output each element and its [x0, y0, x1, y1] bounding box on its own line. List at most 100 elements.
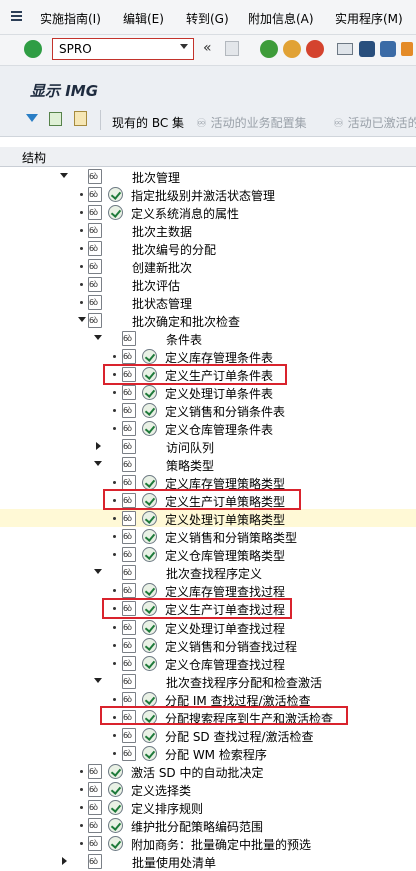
execute-activity-icon[interactable] — [142, 727, 157, 743]
execute-activity-icon[interactable] — [142, 421, 157, 437]
documentation-icon[interactable] — [122, 583, 136, 599]
tree-row[interactable]: 分配 IM 查找过程/激活检查 — [0, 690, 416, 708]
tree-row-label[interactable]: 定义销售和分销查找过程 — [165, 638, 297, 655]
documentation-icon[interactable] — [88, 259, 102, 275]
expanded-node-icon[interactable] — [94, 677, 102, 683]
execute-activity-icon[interactable] — [142, 655, 157, 671]
tree-row-label[interactable]: 批次查找程序分配和检查激活 — [166, 674, 322, 691]
tree-row-label[interactable]: 定义系统消息的属性 — [131, 205, 239, 222]
tree-row-label[interactable]: 定义仓库管理策略类型 — [165, 547, 285, 564]
tree-row[interactable]: 批次编号的分配 — [0, 239, 416, 257]
tree-row[interactable]: 定义销售和分销策略类型 — [0, 527, 416, 545]
tree-row-label[interactable]: 定义销售和分销条件表 — [165, 403, 285, 420]
documentation-icon[interactable] — [88, 295, 102, 311]
expanded-node-icon[interactable] — [78, 317, 86, 323]
command-field[interactable]: SPRO — [52, 38, 194, 60]
tree-row[interactable]: 定义处理订单查找过程 — [0, 618, 416, 636]
documentation-icon[interactable] — [122, 421, 136, 437]
tree-row-label[interactable]: 批次编号的分配 — [132, 241, 216, 258]
execute-activity-icon[interactable] — [142, 745, 157, 761]
tree-row[interactable]: 定义排序规则 — [0, 798, 416, 816]
execute-activity-icon[interactable] — [142, 529, 157, 545]
tree-row[interactable]: 定义处理订单条件表 — [0, 383, 416, 401]
execute-activity-icon[interactable] — [142, 637, 157, 653]
collapsed-node-icon[interactable] — [62, 856, 67, 865]
tree-row-label[interactable]: 批次确定和批次检查 — [132, 313, 240, 330]
tree-row[interactable]: 批次评估 — [0, 275, 416, 293]
tree-row[interactable]: 批次主数据 — [0, 221, 416, 239]
documentation-icon[interactable] — [122, 727, 136, 743]
execute-activity-icon[interactable] — [142, 511, 157, 527]
tree-row-label[interactable]: 定义排序规则 — [131, 800, 203, 817]
documentation-icon[interactable] — [88, 223, 102, 239]
documentation-icon[interactable] — [88, 835, 102, 851]
documentation-icon[interactable] — [122, 529, 136, 545]
tree-row[interactable]: 定义销售和分销条件表 — [0, 401, 416, 419]
tree-row[interactable]: 批量使用处清单 — [0, 852, 416, 870]
execute-activity-icon[interactable] — [108, 763, 123, 779]
execute-activity-icon[interactable] — [142, 403, 157, 419]
tree-row[interactable]: 批状态管理 — [0, 293, 416, 311]
tree-row-label[interactable]: 附加商务：批量确定中批量的预选 — [131, 836, 311, 853]
collapsed-node-icon[interactable] — [96, 442, 101, 451]
tree-row[interactable]: 创建新批次 — [0, 257, 416, 275]
tree-row[interactable]: 策略类型 — [0, 455, 416, 473]
tree-row-label[interactable]: 指定批级别并激活状态管理 — [131, 187, 275, 204]
tree-row[interactable]: 访问队列 — [0, 437, 416, 455]
menu-icon[interactable] — [11, 11, 22, 21]
tree-row-label[interactable]: 批状态管理 — [132, 295, 192, 312]
tree-row-label[interactable]: 定义选择类 — [131, 782, 191, 799]
back-icon[interactable] — [260, 40, 278, 58]
documentation-icon[interactable] — [122, 403, 136, 419]
documentation-icon[interactable] — [122, 511, 136, 527]
documentation-icon[interactable] — [88, 241, 102, 257]
tree-row[interactable]: 分配 SD 查找过程/激活检查 — [0, 726, 416, 744]
execute-activity-icon[interactable] — [142, 583, 157, 599]
execute-activity-icon[interactable] — [108, 187, 123, 203]
documentation-icon[interactable] — [122, 349, 136, 365]
menu-goto[interactable]: 转到(G) — [186, 10, 229, 27]
tree-row-label[interactable]: 批次评估 — [132, 277, 180, 294]
tree-row[interactable]: 定义库存管理条件表 — [0, 347, 416, 365]
documentation-icon[interactable] — [122, 565, 136, 581]
execute-activity-icon[interactable] — [142, 547, 157, 563]
tree-row[interactable]: 定义仓库管理条件表 — [0, 419, 416, 437]
tree-row-label[interactable]: 访问队列 — [166, 439, 214, 456]
documentation-icon[interactable] — [122, 457, 136, 473]
exit-icon[interactable] — [283, 40, 301, 58]
menu-edit[interactable]: 编辑(E) — [123, 10, 164, 27]
print-icon[interactable] — [337, 43, 353, 55]
tree-row[interactable]: 批次查找程序定义 — [0, 563, 416, 581]
documentation-icon[interactable] — [122, 637, 136, 653]
tree-row-label[interactable]: 定义销售和分销策略类型 — [165, 529, 297, 546]
tree-row[interactable]: 批次管理 — [0, 167, 416, 185]
tree-row-label[interactable]: 批量使用处清单 — [132, 854, 216, 871]
expand-all-icon[interactable] — [26, 114, 38, 122]
documentation-icon[interactable] — [122, 331, 136, 347]
tree-row[interactable]: 定义选择类 — [0, 780, 416, 798]
execute-activity-icon[interactable] — [108, 205, 123, 221]
documentation-icon[interactable] — [122, 745, 136, 761]
expanded-node-icon[interactable] — [94, 461, 102, 467]
menu-utilities[interactable]: 实用程序(M) — [335, 10, 403, 27]
execute-activity-icon[interactable] — [142, 349, 157, 365]
tree-row-label[interactable]: 批次主数据 — [132, 223, 192, 240]
cancel-icon[interactable] — [306, 40, 324, 58]
tree-row-label[interactable]: 维护批分配策略编码范围 — [131, 818, 263, 835]
tree-row-label[interactable]: 批次查找程序定义 — [166, 565, 262, 582]
tree-row[interactable]: 分配 WM 检索程序 — [0, 744, 416, 762]
documentation-icon[interactable] — [88, 187, 102, 203]
note-icon[interactable] — [74, 111, 87, 126]
tree-row-label[interactable]: 定义仓库管理查找过程 — [165, 656, 285, 673]
documentation-icon[interactable] — [88, 205, 102, 221]
tree-row-label[interactable]: 批次管理 — [132, 169, 180, 186]
execute-activity-icon[interactable] — [108, 799, 123, 815]
tree-row-label[interactable]: 定义处理订单策略类型 — [165, 511, 285, 528]
export-icon[interactable] — [49, 112, 62, 126]
execute-activity-icon[interactable] — [142, 385, 157, 401]
activated-bc-sets-button[interactable]: ♾ 活动已激活的 — [333, 114, 416, 131]
tree-row-label[interactable]: 创建新批次 — [132, 259, 192, 276]
execute-activity-icon[interactable] — [108, 835, 123, 851]
tree-row-label[interactable]: 激活 SD 中的自动批决定 — [131, 764, 264, 781]
chevron-down-icon[interactable] — [180, 44, 188, 49]
